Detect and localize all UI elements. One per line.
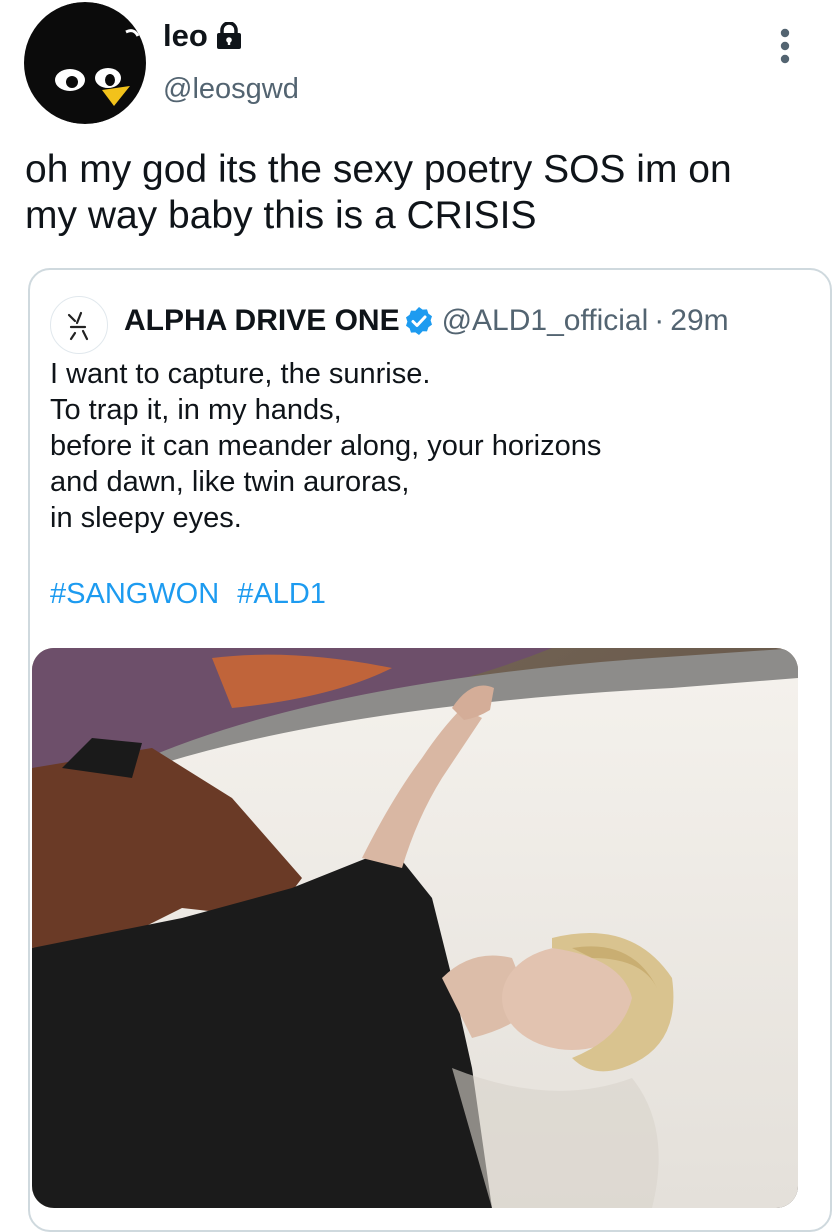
hashtag-link[interactable]: #SANGWON bbox=[50, 578, 219, 610]
quoted-handle[interactable]: @ALD1_official bbox=[442, 302, 649, 340]
quoted-meta: @ALD1_official · 29m bbox=[442, 302, 729, 340]
quoted-text-line: before it can meander along, your horizo… bbox=[50, 430, 602, 462]
avatar[interactable] bbox=[22, 2, 148, 124]
meta-separator: · bbox=[654, 304, 665, 337]
quoted-tweet-card[interactable]: ALPHA DRIVE ONE @ALD1_official · 29m I w… bbox=[28, 268, 832, 1232]
quoted-timestamp[interactable]: 29m bbox=[670, 302, 728, 340]
quoted-text-line: To trap it, in my hands, bbox=[50, 394, 342, 426]
bed-photo-image bbox=[32, 648, 798, 1208]
more-vertical-icon[interactable] bbox=[770, 24, 800, 68]
quoted-text-line: I want to capture, the sunrise. bbox=[50, 358, 431, 390]
quoted-tweet-photo[interactable] bbox=[32, 648, 798, 1208]
quoted-text-line: in sleepy eyes. bbox=[50, 502, 242, 534]
lock-icon bbox=[216, 21, 242, 50]
quoted-text-line: and dawn, like twin auroras, bbox=[50, 466, 410, 498]
avatar-image bbox=[24, 2, 146, 124]
quoted-avatar[interactable] bbox=[50, 296, 108, 354]
quoted-tweet-text: I want to capture, the sunrise. To trap … bbox=[50, 356, 810, 536]
verified-badge-icon bbox=[404, 306, 434, 336]
tweet-text: oh my god its the sexy poetry SOS im on … bbox=[25, 148, 732, 237]
display-name-row: leo bbox=[163, 18, 242, 54]
hashtags: #SANGWON #ALD1 bbox=[50, 576, 336, 612]
quoted-tweet-header: ALPHA DRIVE ONE @ALD1_official · 29m bbox=[124, 302, 729, 340]
display-name[interactable]: leo bbox=[163, 18, 208, 54]
ald1-logo-icon bbox=[67, 311, 89, 341]
quoted-display-name[interactable]: ALPHA DRIVE ONE bbox=[124, 302, 400, 340]
user-handle[interactable]: @leosgwd bbox=[163, 72, 299, 106]
hashtag-link[interactable]: #ALD1 bbox=[237, 578, 326, 610]
